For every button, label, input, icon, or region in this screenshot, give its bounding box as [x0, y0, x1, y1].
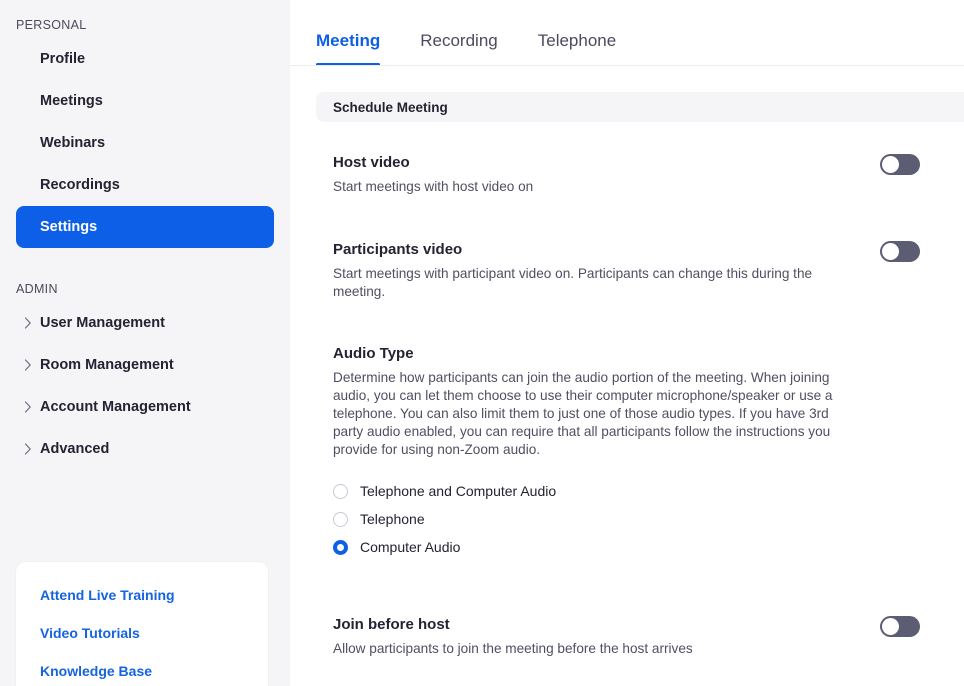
toggle-join-before-host[interactable] [880, 616, 920, 637]
settings-list: Schedule Meeting Host video Start meetin… [290, 92, 964, 658]
app-root: PERSONAL Profile Meetings Webinars Recor… [0, 0, 964, 686]
radio-icon[interactable] [333, 511, 348, 527]
link-attend-live-training[interactable]: Attend Live Training [16, 576, 268, 614]
radio-option-telephone[interactable]: Telephone [333, 505, 858, 533]
sidebar-item-user-management[interactable]: User Management [16, 302, 274, 344]
help-links-card: Attend Live Training Video Tutorials Kno… [16, 562, 268, 686]
tabs-bar: Meeting Recording Telephone [290, 0, 964, 66]
sidebar-item-label: Recordings [40, 177, 120, 193]
link-knowledge-base[interactable]: Knowledge Base [16, 652, 268, 686]
setting-participants-video: Participants video Start meetings with p… [290, 240, 964, 301]
chevron-right-icon [16, 359, 40, 371]
setting-description: Start meetings with host video on [333, 179, 534, 194]
setting-title: Audio Type [333, 345, 414, 362]
sidebar-item-profile[interactable]: Profile [16, 38, 274, 80]
link-video-tutorials[interactable]: Video Tutorials [16, 614, 268, 652]
tab-telephone[interactable]: Telephone [538, 31, 616, 66]
setting-description: Allow participants to join the meeting b… [333, 641, 693, 656]
sidebar-item-label: Webinars [40, 135, 106, 151]
chevron-right-icon [16, 317, 40, 329]
sidebar: PERSONAL Profile Meetings Webinars Recor… [0, 0, 290, 686]
setting-title: Host video [333, 154, 410, 171]
toggle-participants-video[interactable] [880, 241, 920, 262]
radio-option-computer-audio[interactable]: Computer Audio [333, 533, 858, 561]
sidebar-item-label: Room Management [40, 357, 174, 373]
setting-title: Join before host [333, 616, 450, 633]
sidebar-item-label: Account Management [40, 399, 191, 415]
sidebar-item-label: Profile [40, 51, 86, 67]
tab-meeting[interactable]: Meeting [316, 31, 381, 66]
tab-label: Recording [420, 31, 498, 50]
sidebar-item-recordings[interactable]: Recordings [16, 164, 274, 206]
tab-label: Telephone [537, 31, 617, 50]
tab-recording[interactable]: Recording [420, 31, 498, 66]
toggle-knob [882, 156, 899, 173]
radio-label: Telephone [360, 511, 425, 527]
toggle-host-video[interactable] [880, 154, 920, 175]
chevron-right-icon [16, 401, 40, 413]
sidebar-section-admin: ADMIN [16, 282, 58, 296]
toggle-knob [882, 243, 899, 260]
setting-description: Start meetings with participant video on… [333, 266, 813, 299]
setting-host-video: Host video Start meetings with host vide… [290, 153, 964, 196]
tab-label: Meeting [316, 31, 381, 50]
sidebar-item-label: Advanced [40, 441, 110, 457]
radio-icon[interactable] [333, 483, 348, 499]
sidebar-item-label: Settings [40, 219, 98, 235]
radio-label: Computer Audio [360, 539, 461, 555]
setting-audio-type: Audio Type Determine how participants ca… [290, 344, 964, 561]
radio-group-audio-type: Telephone and Computer Audio Telephone C… [333, 477, 858, 561]
sidebar-item-meetings[interactable]: Meetings [16, 80, 274, 122]
sidebar-item-webinars[interactable]: Webinars [16, 122, 274, 164]
sidebar-item-label: Meetings [40, 93, 103, 109]
toggle-knob [882, 618, 899, 635]
setting-join-before-host: Join before host Allow participants to j… [290, 615, 964, 658]
radio-label: Telephone and Computer Audio [360, 483, 557, 499]
main-content: Meeting Recording Telephone Schedule Mee… [290, 0, 964, 686]
settings-group-header: Schedule Meeting [316, 92, 964, 122]
sidebar-item-account-management[interactable]: Account Management [16, 386, 274, 428]
sidebar-item-settings[interactable]: Settings [16, 206, 274, 248]
setting-title: Participants video [333, 241, 463, 258]
radio-icon-selected[interactable] [333, 539, 348, 555]
sidebar-item-label: User Management [40, 315, 165, 331]
sidebar-item-advanced[interactable]: Advanced [16, 428, 274, 470]
chevron-right-icon [16, 443, 40, 455]
sidebar-section-personal: PERSONAL [16, 18, 87, 32]
setting-description: Determine how participants can join the … [333, 370, 833, 457]
radio-option-telephone-and-computer-audio[interactable]: Telephone and Computer Audio [333, 477, 858, 505]
sidebar-item-room-management[interactable]: Room Management [16, 344, 274, 386]
tabs-divider [290, 65, 964, 66]
